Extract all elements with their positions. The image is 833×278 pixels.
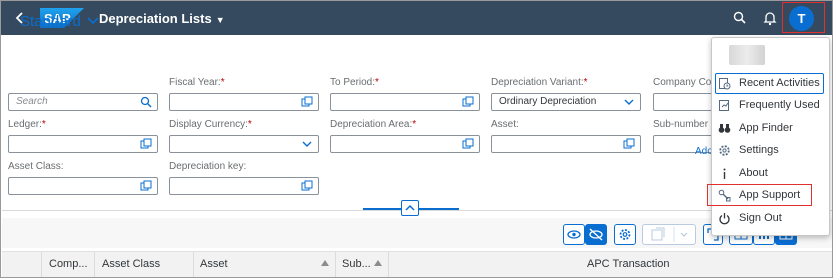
ledger-label: Ledger:* <box>8 119 46 130</box>
chevron-up-icon <box>405 204 415 211</box>
asset-label: Asset: <box>491 119 519 130</box>
depreciation-area-field[interactable] <box>330 135 480 153</box>
gear-icon <box>719 145 730 156</box>
depreciation-key-label: Depreciation key: <box>169 161 247 172</box>
bell-icon <box>763 12 777 26</box>
export-menu-button[interactable] <box>642 224 696 245</box>
menu-item-settings[interactable]: Settings <box>712 140 829 161</box>
collapse-header-button[interactable] <box>401 200 419 216</box>
value-help-icon <box>623 138 635 149</box>
menu-item-sign-out[interactable]: Sign Out <box>712 208 829 229</box>
user-avatar[interactable]: T <box>789 6 814 31</box>
value-help-icon <box>140 138 152 149</box>
value-help-icon <box>301 96 313 107</box>
column-header-company-code[interactable]: Comp... <box>49 258 88 270</box>
show-button[interactable] <box>563 224 585 245</box>
eye-slash-icon <box>589 228 603 241</box>
chevron-down-icon <box>624 99 634 105</box>
variant-name: Standard <box>20 13 81 30</box>
column-separator <box>388 251 389 277</box>
app-title: Depreciation Lists <box>99 11 212 26</box>
value-help-icon <box>462 138 474 149</box>
company-code-label: Company Co <box>653 77 712 88</box>
app-window: SAP Depreciation Lists ▼ T Standard Searc… <box>0 0 833 278</box>
to-period-label: To Period:* <box>330 77 379 88</box>
menu-item-app-finder[interactable]: App Finder <box>712 118 829 139</box>
display-currency-label: Display Currency:* <box>169 119 252 130</box>
column-separator <box>41 251 42 277</box>
variant-selector[interactable]: Standard <box>20 13 99 30</box>
search-icon <box>733 11 746 24</box>
app-title-menu[interactable]: Depreciation Lists ▼ <box>99 11 225 26</box>
sub-number-label: Sub-number <box>653 119 709 130</box>
frequently-used-icon <box>719 100 729 111</box>
search-input[interactable]: Search <box>8 93 158 111</box>
depreciation-variant-value: Ordinary Depreciation <box>499 96 597 107</box>
value-help-icon <box>462 96 474 107</box>
value-help-icon <box>140 180 152 191</box>
focus-highlight <box>715 73 824 94</box>
value-help-icon <box>301 180 313 191</box>
column-separator <box>94 251 95 277</box>
column-header-sub-number[interactable]: Sub... <box>342 258 371 270</box>
depreciation-variant-label: Depreciation Variant:* <box>491 77 588 88</box>
column-header-asset[interactable]: Asset <box>200 258 228 270</box>
gear-icon <box>619 229 631 240</box>
table-settings-button[interactable] <box>614 224 636 245</box>
menu-item-label: About <box>739 167 768 179</box>
sort-ascending-icon <box>374 260 382 266</box>
depreciation-area-label: Depreciation Area:* <box>330 119 417 130</box>
menu-item-label: Sign Out <box>739 212 782 224</box>
search-icon <box>140 96 152 108</box>
menu-item-label: Settings <box>739 144 779 156</box>
display-currency-select[interactable] <box>169 135 319 153</box>
info-icon <box>723 168 726 179</box>
search-placeholder: Search <box>16 96 48 107</box>
column-header-apc-transaction[interactable]: APC Transaction <box>587 258 670 270</box>
caret-down-icon: ▼ <box>215 15 225 25</box>
annotation-highlight <box>707 184 812 206</box>
sort-ascending-icon <box>321 260 329 266</box>
to-period-field[interactable] <box>330 93 480 111</box>
column-separator <box>335 251 336 277</box>
menu-item-frequently-used[interactable]: Frequently Used <box>712 95 829 116</box>
notifications-button[interactable] <box>762 10 778 26</box>
menu-item-about[interactable]: About <box>712 163 829 184</box>
chevron-down-icon <box>87 15 99 29</box>
asset-class-label: Asset Class: <box>8 161 64 172</box>
eye-icon <box>567 230 581 239</box>
binoculars-icon <box>718 124 731 133</box>
depreciation-key-field[interactable] <box>169 177 319 195</box>
column-separator <box>193 251 194 277</box>
fiscal-year-label: Fiscal Year:* <box>169 77 225 88</box>
menu-item-label: App Finder <box>739 122 793 134</box>
menu-item-label: Frequently Used <box>739 99 820 111</box>
user-name-redacted <box>729 45 765 65</box>
column-header-asset-class[interactable]: Asset Class <box>102 258 160 270</box>
ledger-field[interactable] <box>8 135 158 153</box>
hide-button[interactable] <box>585 224 607 245</box>
depreciation-variant-select[interactable]: Ordinary Depreciation <box>491 93 641 111</box>
fiscal-year-field[interactable] <box>169 93 319 111</box>
asset-field[interactable] <box>491 135 641 153</box>
company-code-field[interactable] <box>653 93 713 111</box>
asset-class-field[interactable] <box>8 177 158 195</box>
chevron-down-icon <box>302 141 312 147</box>
export-icon <box>651 227 688 242</box>
power-icon <box>719 213 730 225</box>
search-button[interactable] <box>732 10 748 26</box>
